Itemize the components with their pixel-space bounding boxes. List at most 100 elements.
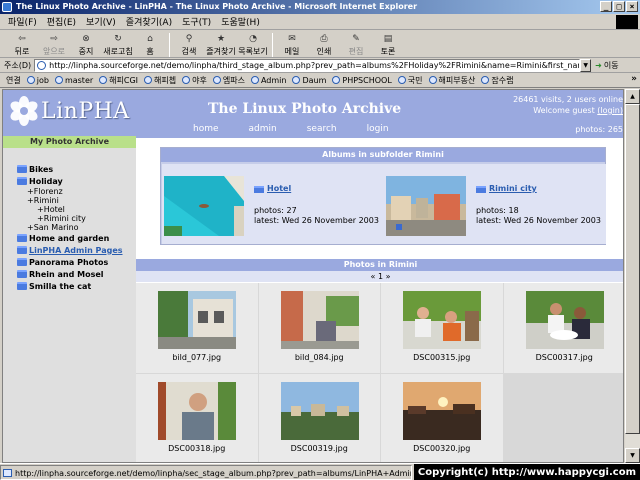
- photo-thumb-bild-077[interactable]: [158, 291, 236, 349]
- photo-thumb-dsc00319[interactable]: [280, 382, 359, 440]
- tree-item[interactable]: +Rimini city: [17, 214, 136, 223]
- nav-home[interactable]: home: [193, 124, 219, 134]
- mail-icon: ✉: [288, 34, 296, 44]
- link-item[interactable]: job: [26, 76, 49, 85]
- album-thumb-hotel[interactable]: [164, 176, 244, 236]
- linpha-logo[interactable]: LinPHA: [8, 96, 130, 126]
- album-link-hotel[interactable]: Hotel: [254, 184, 379, 194]
- go-button[interactable]: ➜ 이동: [595, 60, 618, 71]
- minimize-button[interactable]: _: [600, 1, 612, 12]
- link-item[interactable]: 엠파스: [212, 75, 245, 86]
- folder-icon: [17, 258, 27, 266]
- tree-item[interactable]: +Rimini: [17, 196, 136, 205]
- toolbar-button-10[interactable]: ✎ 편집: [340, 31, 372, 58]
- toolbar-button-8[interactable]: ✉ 메일: [276, 31, 308, 58]
- tree-item[interactable]: Smilla the cat: [17, 280, 136, 292]
- menu-edit[interactable]: 편집(E): [47, 15, 76, 28]
- link-item[interactable]: master: [54, 76, 93, 85]
- menu-tools[interactable]: 도구(T): [182, 15, 211, 28]
- address-input[interactable]: http://linpha.sourceforge.net/demo/linph…: [34, 58, 581, 72]
- tree-item[interactable]: LinPHA Admin Pages: [17, 244, 136, 256]
- login-link[interactable]: (login): [597, 106, 623, 115]
- toolbar-button-3[interactable]: ↻ 새로고침: [102, 31, 134, 58]
- toolbar-button-2[interactable]: ⊗ 중지: [70, 31, 102, 58]
- links-chevron-icon[interactable]: »: [631, 74, 637, 84]
- menu-view[interactable]: 보기(V): [86, 15, 116, 28]
- nav-login[interactable]: login: [367, 124, 389, 134]
- menu-favorites[interactable]: 즐겨찾기(A): [126, 15, 172, 28]
- link-item[interactable]: 국민: [397, 75, 423, 86]
- link-item[interactable]: 해피CGI: [99, 75, 138, 86]
- toolbar-button-1[interactable]: ⇨ 앞으로: [38, 31, 70, 58]
- folder-icon: [254, 185, 264, 193]
- tree-item[interactable]: Panorama Photos: [17, 256, 136, 268]
- tree-item-label: Panorama Photos: [29, 257, 109, 267]
- subfolder-albums-title: Albums in subfolder Rimini: [161, 148, 605, 162]
- toolbar-button-11[interactable]: ▤ 토론: [372, 31, 404, 58]
- toolbar-button-6[interactable]: ★ 즐겨찾기: [205, 31, 237, 58]
- album-thumb-rimini-city[interactable]: [386, 176, 466, 236]
- link-item[interactable]: Admin: [250, 76, 286, 85]
- photo-caption[interactable]: bild_084.jpg: [259, 353, 381, 362]
- link-item[interactable]: 해피쳅: [144, 75, 176, 86]
- photo-thumb-dsc00315[interactable]: [403, 291, 481, 349]
- nav-admin[interactable]: admin: [249, 124, 277, 134]
- copyright-banner: Copyright(c) http://www.happycgi.com: [413, 463, 640, 480]
- link-item[interactable]: 해피부동산: [428, 75, 475, 86]
- link-item[interactable]: 야후: [182, 75, 207, 86]
- tree-item[interactable]: +Hotel: [17, 205, 136, 214]
- vertical-scrollbar[interactable]: ▲ ▼: [625, 89, 640, 463]
- tree-item[interactable]: +San Marino: [17, 223, 136, 232]
- album-link-rimini-city[interactable]: Rimini city: [476, 184, 601, 194]
- tree-item[interactable]: Holiday: [17, 175, 136, 187]
- menu-help[interactable]: 도움말(H): [221, 15, 260, 28]
- link-ie-icon: [332, 76, 341, 84]
- link-item[interactable]: 잡수랩: [481, 75, 513, 86]
- tree-item[interactable]: Bikes: [17, 163, 136, 175]
- toolbar-button-0[interactable]: ⇦ 뒤로: [6, 31, 38, 58]
- address-dropdown-button[interactable]: ▼: [580, 58, 592, 72]
- photo-caption[interactable]: DSC00318.jpg: [136, 444, 258, 453]
- scroll-thumb[interactable]: [625, 104, 640, 434]
- photo-caption[interactable]: DSC00319.jpg: [259, 444, 381, 453]
- photo-thumb-dsc00317[interactable]: [525, 291, 604, 349]
- photo-thumb-dsc00318[interactable]: [158, 382, 236, 440]
- photo-caption[interactable]: DSC00317.jpg: [504, 353, 624, 362]
- toolbar-label: 편집: [348, 47, 364, 56]
- toolbar-button-7[interactable]: ◔ 목록보기: [237, 31, 269, 58]
- tree-item[interactable]: Rhein and Mosel: [17, 268, 136, 280]
- toolbar-button-5[interactable]: ⚲ 검색: [173, 31, 205, 58]
- photo-caption[interactable]: DSC00315.jpg: [381, 353, 503, 362]
- tree-item[interactable]: +Florenz: [17, 187, 136, 196]
- scroll-up-button[interactable]: ▲: [625, 89, 640, 104]
- link-label: Daum: [302, 75, 327, 85]
- link-item[interactable]: PHPSCHOOL: [332, 75, 392, 85]
- link-label: PHPSCHOOL: [342, 75, 392, 85]
- sidebar: My Photo Archive Bikes Holiday +Florenz +Ri…: [3, 136, 136, 462]
- photo-caption[interactable]: bild_077.jpg: [136, 353, 258, 362]
- tree-item-label: Rhein and Mosel: [29, 269, 104, 279]
- link-label: 야후: [192, 75, 207, 85]
- link-ie-icon: [212, 76, 221, 84]
- photo-caption[interactable]: DSC00320.jpg: [381, 444, 503, 453]
- toolbar-separator: [169, 33, 170, 57]
- photo-thumb-dsc00320[interactable]: [403, 382, 481, 440]
- toolbar-label: 새로고침: [103, 47, 133, 56]
- menu-file[interactable]: 파일(F): [8, 15, 37, 28]
- nav-search[interactable]: search: [307, 124, 337, 134]
- link-item[interactable]: Daum: [292, 76, 326, 85]
- windows-logo-icon: [616, 15, 638, 29]
- tree-item[interactable]: Home and garden: [17, 232, 136, 244]
- toolbar-button-4[interactable]: ⌂ 홈: [134, 31, 166, 58]
- toolbar-button-9[interactable]: ⎙ 인쇄: [308, 31, 340, 58]
- close-button[interactable]: ×: [626, 1, 638, 12]
- status-text-area: http://linpha.sourceforge.net/demo/linph…: [0, 464, 412, 480]
- link-ie-icon: [54, 76, 63, 84]
- maximize-button[interactable]: □: [613, 1, 625, 12]
- pager[interactable]: « 1 »: [136, 271, 623, 282]
- folder-icon: [17, 246, 27, 254]
- photo-cell: DSC00315.jpg: [381, 283, 503, 373]
- scroll-down-button[interactable]: ▼: [625, 448, 640, 463]
- discuss-icon: ▤: [383, 34, 393, 44]
- photo-thumb-bild-084[interactable]: [280, 291, 359, 349]
